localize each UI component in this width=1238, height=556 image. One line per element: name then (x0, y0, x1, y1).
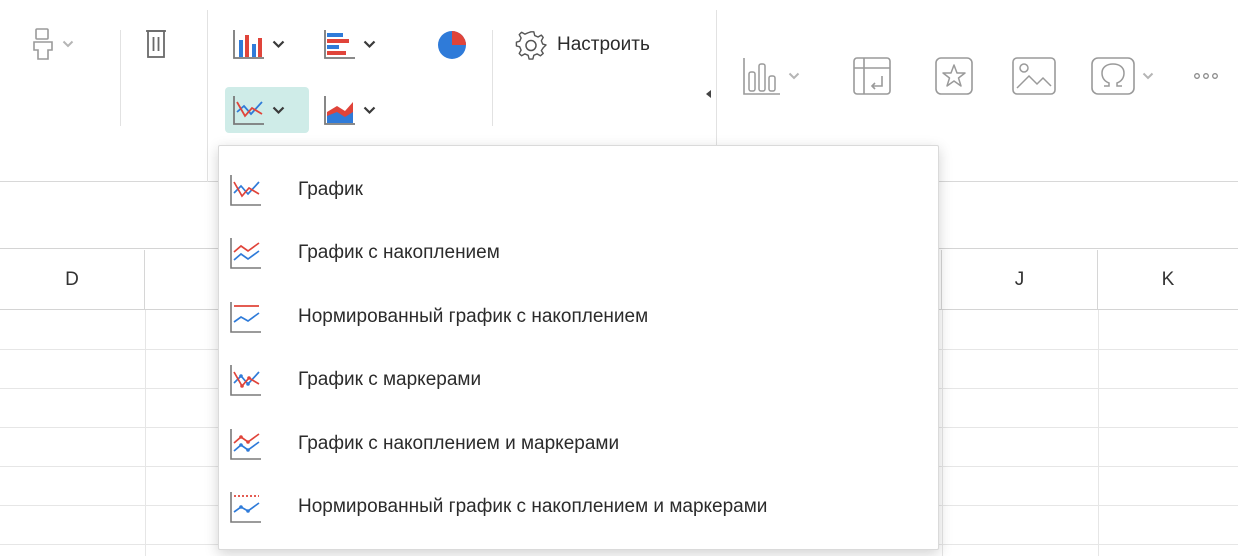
collapse-arrow-icon[interactable] (706, 90, 711, 98)
menu-item-line[interactable]: График (219, 158, 938, 222)
menu-item-stacked-line[interactable]: График с накоплением (219, 222, 938, 286)
column-header-label: D (65, 268, 79, 290)
menu-item-percent-stacked-line[interactable]: Нормированный график с накоплением (219, 285, 938, 349)
customize-label: Настроить (557, 34, 650, 55)
percent-stacked-line-chart-markers-icon (229, 490, 263, 524)
bar-chart-icon (323, 28, 357, 60)
symbol-omega-icon (1090, 56, 1136, 96)
line-chart-dropdown-menu: График График с накоплением Нормированны… (218, 145, 939, 550)
column-header-j[interactable]: J (942, 250, 1098, 310)
grid-col-line (942, 310, 943, 556)
chevron-down-icon (788, 72, 800, 80)
bar-chart-button[interactable] (323, 28, 376, 60)
spreadsheet-window: Настроить D J K График График с накоплен… (0, 0, 1238, 556)
column-header-k[interactable]: K (1098, 250, 1238, 310)
separator (492, 30, 493, 126)
customize-button[interactable]: Настроить (515, 29, 650, 61)
format-painter-button[interactable] (30, 26, 74, 62)
grid-col-line (145, 310, 146, 556)
image-icon (1011, 56, 1057, 96)
column-header-label: J (1014, 268, 1025, 290)
menu-item-line-markers[interactable]: График с маркерами (219, 349, 938, 413)
pivot-table-icon (852, 56, 892, 96)
line-chart-icon (232, 94, 266, 126)
stacked-line-chart-markers-icon (229, 427, 263, 461)
line-chart-button[interactable] (232, 94, 285, 126)
separator (120, 30, 121, 126)
menu-item-label: Нормированный график с накоплением и мар… (298, 496, 768, 518)
grid-col-line (1098, 310, 1099, 556)
star-icon (934, 56, 974, 96)
menu-item-label: График (298, 178, 363, 200)
menu-item-stacked-line-markers[interactable]: График с накоплением и маркерами (219, 412, 938, 476)
favorite-button[interactable] (934, 56, 974, 96)
chevron-down-icon (363, 40, 376, 49)
chevron-down-icon (1142, 72, 1154, 80)
chevron-down-icon (272, 40, 285, 49)
sparkline-button[interactable] (742, 56, 800, 96)
pie-chart-button[interactable] (436, 29, 468, 61)
insert-symbol-button[interactable] (1090, 56, 1154, 96)
line-chart-icon (229, 173, 263, 207)
delete-button[interactable] (143, 27, 169, 61)
percent-stacked-line-chart-icon (229, 300, 263, 334)
settings-icon (515, 29, 547, 61)
pie-chart-icon (436, 29, 468, 61)
menu-item-label: Нормированный график с накоплением (298, 305, 649, 327)
column-chart-icon (232, 28, 266, 60)
line-chart-markers-icon (229, 363, 263, 397)
column-header-d[interactable]: D (0, 250, 145, 310)
separator (207, 10, 208, 182)
menu-item-label: График с накоплением (298, 242, 500, 264)
stacked-line-chart-icon (229, 236, 263, 270)
area-chart-button[interactable] (323, 94, 376, 126)
sparkline-icon (742, 56, 782, 96)
delete-icon (143, 27, 169, 61)
menu-item-label: График с маркерами (298, 369, 482, 391)
area-chart-icon (323, 94, 357, 126)
chevron-down-icon (62, 40, 74, 48)
menu-item-percent-stacked-line-markers[interactable]: Нормированный график с накоплением и мар… (219, 476, 938, 540)
insert-image-button[interactable] (1011, 56, 1057, 96)
chevron-down-icon (272, 106, 285, 115)
format-painter-icon (30, 26, 56, 62)
pivot-table-button[interactable] (852, 56, 892, 96)
more-button[interactable] (1193, 72, 1219, 80)
menu-item-label: График с накоплением и маркерами (298, 432, 620, 454)
chevron-down-icon (363, 106, 376, 115)
column-header-label: K (1161, 268, 1175, 290)
more-icon (1193, 72, 1219, 80)
column-chart-button[interactable] (232, 28, 285, 60)
